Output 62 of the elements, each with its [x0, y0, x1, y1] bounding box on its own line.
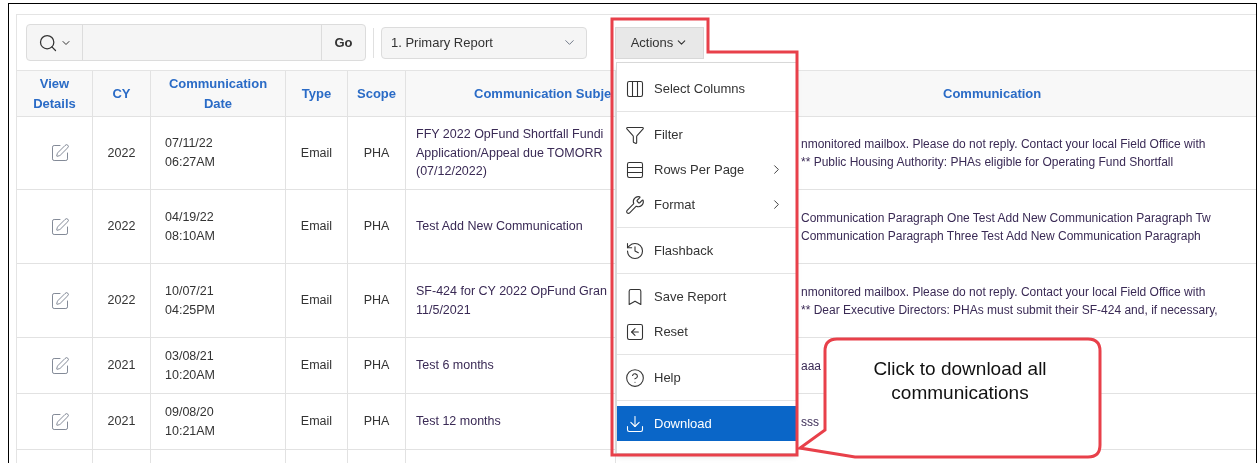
- download-icon: [625, 413, 645, 434]
- table-cell-text: FFY 2022 OpFund Shortfall Fundi Application/Appeal due TOMORR (07/12/2022): [416, 125, 604, 181]
- menu-item[interactable]: Rows Per Page: [617, 152, 796, 187]
- table-cell-text: 10/07/21 04:25PM: [165, 282, 216, 319]
- rows-icon: [625, 159, 645, 180]
- table-icon: [625, 78, 645, 99]
- menu-item[interactable]: Reset: [617, 314, 796, 349]
- table-cell-text: 2022: [107, 292, 136, 310]
- menu-item[interactable]: Select Columns: [617, 71, 796, 106]
- actions-button[interactable]: Actions: [615, 26, 704, 59]
- edit-icon[interactable]: [50, 290, 70, 311]
- edit-icon[interactable]: [50, 216, 70, 237]
- table-cell-text: 04/19/22 08:10AM: [165, 208, 216, 245]
- table-cell-text: 07/11/22 06:27AM: [165, 135, 216, 171]
- table-cell-text: 2021: [107, 413, 136, 431]
- table-cell-text: 2021: [107, 357, 136, 375]
- table-cell-text: PHA: [363, 292, 390, 310]
- column-header[interactable]: View Details: [33, 74, 76, 113]
- table-cell-text: SF-424 for CY 2022 OpFund Gran 11/5/2021: [416, 282, 607, 319]
- table-cell-text: sss: [801, 413, 819, 431]
- column-header[interactable]: Type: [301, 83, 332, 104]
- table-cell-text: nmonitored mailbox. Please do not reply. Contact your local Field Office with ** Public Housing Authority: PHAs eligible for Operating Fund Shortfall: [801, 136, 1206, 171]
- undo-icon: [625, 321, 645, 342]
- menu-item[interactable]: Format: [617, 187, 796, 222]
- menu-item[interactable]: Save Report: [617, 279, 796, 314]
- callout-text: Click to download all communications: [872, 357, 1048, 405]
- table-cell-text: Email: [300, 292, 333, 310]
- table-cell-text: 03/08/21 10:20AM: [165, 347, 216, 384]
- wrench-icon: [625, 194, 645, 215]
- table-cell-text: aaa: [801, 357, 822, 375]
- table-cell-text: Test 6 months: [416, 357, 494, 375]
- table-cell-text: Test Add New Communication: [416, 218, 583, 236]
- column-header[interactable]: Communication: [943, 83, 1042, 104]
- table-cell-text: 2022: [107, 218, 136, 236]
- table-cell-text: nmonitored mailbox. Please do not reply. Contact your local Field Office with ** Dear Executive Directors: PHAs must submit their SF-424 and, if necessary,: [801, 283, 1218, 319]
- column-header[interactable]: Communication Date: [168, 74, 268, 113]
- edit-icon[interactable]: [50, 355, 70, 376]
- column-header[interactable]: Scope: [357, 83, 396, 104]
- menu-item[interactable]: Download: [617, 406, 796, 441]
- help-icon: [625, 367, 645, 388]
- edit-icon[interactable]: [50, 411, 70, 432]
- column-header[interactable]: Communication Subje: [474, 83, 612, 104]
- table-cell-text: 09/08/20 10:21AM: [165, 403, 216, 440]
- report-select[interactable]: 1. Primary Report: [381, 26, 587, 59]
- menu-item[interactable]: Help: [617, 360, 796, 395]
- table-cell-text: PHA: [363, 413, 390, 431]
- table-cell-text: PHA: [363, 218, 390, 236]
- table-cell-text: Email: [300, 218, 333, 236]
- table-cell-text: Email: [300, 357, 333, 375]
- edit-icon[interactable]: [50, 143, 70, 163]
- table-cell-text: Email: [300, 144, 333, 162]
- table-cell-text: Test 12 months: [416, 413, 501, 431]
- column-header[interactable]: CY: [112, 83, 131, 104]
- funnel-icon: [625, 124, 645, 145]
- menu-item[interactable]: Filter: [617, 117, 796, 152]
- menu-item[interactable]: Flashback: [617, 233, 796, 268]
- table-cell-text: PHA: [363, 357, 390, 375]
- table-cell-text: Communication Paragraph One Test Add New Communication Paragraph Tw Communication Paragraph Three Test Add New Communication Paragraph: [801, 209, 1211, 245]
- table-cell-text: Email: [300, 413, 333, 431]
- table-cell-text: PHA: [363, 144, 390, 162]
- history-icon: [625, 240, 645, 261]
- table-cell-text: 2022: [107, 144, 136, 162]
